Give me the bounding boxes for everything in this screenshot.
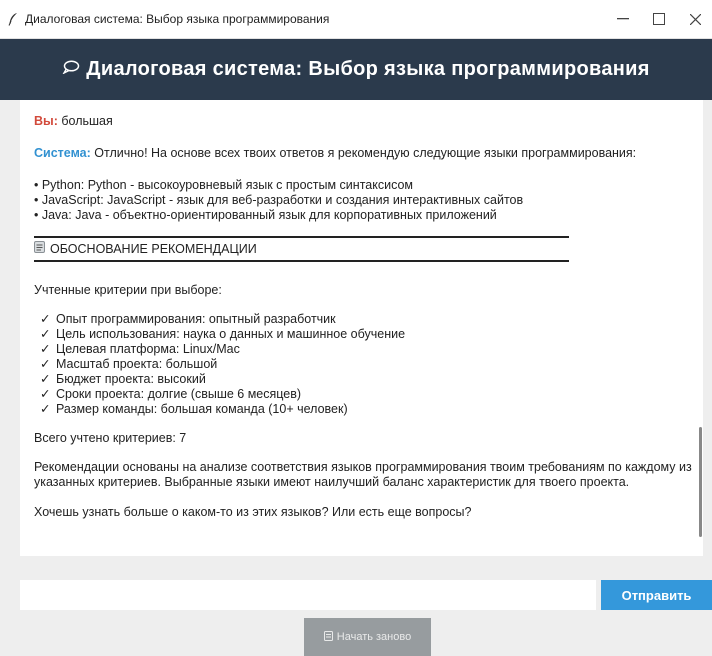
user-label: Вы: [34,114,58,128]
checkmark-icon: ✓ [40,372,51,386]
system-message-text: Отлично! На основе всех твоих ответов я … [94,146,637,160]
checkmark-icon: ✓ [40,342,51,356]
criteria-item: ✓ Бюджет проекта: высокий [40,372,206,386]
minimize-button[interactable] [604,4,642,34]
speech-bubble-icon [62,60,80,79]
section-title: ОБОСНОВАНИЕ РЕКОМЕНДАЦИИ [50,241,257,256]
window-titlebar: Диалоговая система: Выбор языка программ… [0,0,712,39]
system-message: Система: Отлично! На основе всех твоих о… [34,146,694,161]
criteria-item: ✓ Цель использования: наука о данных и ма… [40,327,406,341]
chat-content: Вы: большая Система: Отлично! На основе … [34,114,694,520]
window-title: Диалоговая система: Выбор языка программ… [25,12,330,26]
language-item: • Python: Python - высокоуровневый язык … [34,178,414,192]
followup-question: Хочешь узнать больше о каком-то из этих … [34,505,472,519]
maximize-icon [653,13,665,25]
scrollbar[interactable] [695,100,703,556]
criteria-item: ✓ Размер команды: большая команда (10+ че… [40,402,348,416]
criteria-item: ✓ Опыт программирования: опытный разработ… [40,312,336,326]
scrollbar-thumb[interactable] [699,427,702,537]
checkmark-icon: ✓ [40,387,51,401]
system-label: Система: [34,146,91,160]
language-item: • Java: Java - объектно-ориентированный … [34,208,497,222]
criteria-total: Всего учтено критериев: 7 [34,431,187,445]
send-button[interactable]: Отправить [601,580,712,610]
criteria-item: ✓ Целевая платформа: Linux/Mac [40,342,240,356]
page-title: Диалоговая система: Выбор языка программ… [86,58,650,80]
feather-icon [8,12,18,31]
separator [34,236,569,238]
app-header: Диалоговая система: Выбор языка программ… [0,39,712,100]
criteria-intro: Учтенные критерии при выборе: [34,283,222,297]
checkmark-icon: ✓ [40,327,51,341]
user-message-text: большая [61,114,113,128]
maximize-button[interactable] [640,4,678,34]
restart-button[interactable]: Начать заново [304,618,431,656]
restart-label: Начать заново [336,631,412,643]
document-icon [323,630,333,644]
section-heading: ОБОСНОВАНИЕ РЕКОМЕНДАЦИИ [34,241,694,257]
language-item: • JavaScript: JavaScript - язык для веб-… [34,193,524,207]
explanation-text: Рекомендации основаны на анализе соответ… [34,460,692,489]
message-input[interactable] [20,580,596,610]
checkmark-icon: ✓ [40,357,51,371]
criteria-item: ✓ Сроки проекта: долгие (свыше 6 месяцев) [40,387,302,401]
checkmark-icon: ✓ [40,402,51,416]
criteria-item: ✓ Масштаб проекта: большой [40,357,218,371]
close-icon [689,13,701,25]
chat-history[interactable]: Вы: большая Система: Отлично! На основе … [20,100,703,556]
user-message: Вы: большая [34,114,694,129]
close-button[interactable] [676,4,712,34]
checkmark-icon: ✓ [40,312,51,326]
document-icon [34,241,45,257]
